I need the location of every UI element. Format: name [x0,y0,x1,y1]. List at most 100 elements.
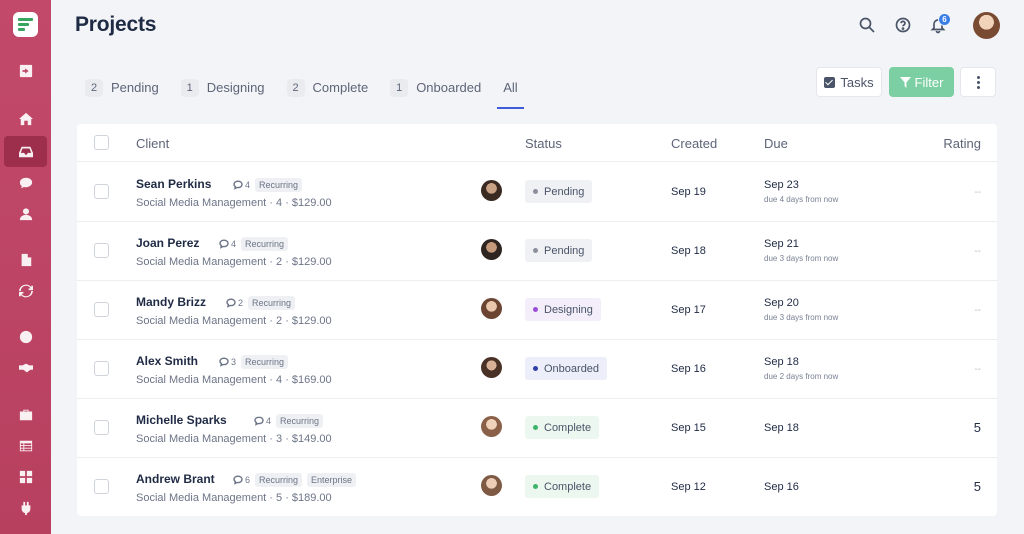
tag-badge: Recurring [276,414,324,428]
document-icon [21,253,31,266]
client-subtitle: Social Media Management · 3 · $149.00 [136,433,332,445]
column-header-client[interactable]: Client [136,136,169,151]
assignee-avatar[interactable] [481,298,502,319]
comment-count[interactable]: 6 [233,475,250,485]
assignee-avatar[interactable] [481,180,502,201]
comment-icon [219,239,229,249]
status-badge[interactable]: Complete [525,475,600,498]
status-badge[interactable]: Onboarded [525,357,608,380]
app-logo[interactable] [13,12,38,37]
user-avatar[interactable] [973,12,1000,39]
status-badge[interactable]: Designing [525,298,601,321]
table-row[interactable]: Mandy Brizz 2 Recurring Social Media Man… [77,281,997,340]
column-header-status[interactable]: Status [525,136,562,151]
row-checkbox[interactable] [94,302,109,317]
sidebar-item-settings[interactable] [4,321,47,352]
client-subtitle: Social Media Management · 2 · $129.00 [136,256,332,268]
comment-count[interactable]: 4 [219,239,236,249]
filter-button[interactable]: Filter [889,67,954,97]
settings-icon [19,330,32,343]
comment-count-value: 2 [238,298,244,308]
client-name[interactable]: Sean Perkins [136,177,211,191]
table-row[interactable]: Sean Perkins 4 Recurring Social Media Ma… [77,163,997,222]
client-subtitle: Social Media Management · 4 · $129.00 [136,197,332,209]
sidebar-item-documents[interactable] [4,244,47,275]
row-checkbox[interactable] [94,243,109,258]
row-checkbox[interactable] [94,420,109,435]
client-name[interactable]: Mandy Brizz [136,295,206,309]
tab-complete[interactable]: 2 Complete [286,74,368,101]
sidebar-item-recurring[interactable] [4,275,47,306]
column-header-due[interactable]: Due [764,136,788,151]
comment-count[interactable]: 4 [233,180,250,190]
assignee-avatar[interactable] [481,357,502,378]
client-name[interactable]: Alex Smith [136,354,198,368]
assignee-avatar[interactable] [481,239,502,260]
tab-designing[interactable]: 1 Designing [180,74,265,101]
row-checkbox[interactable] [94,361,109,376]
table-row[interactable]: Andrew Brant 6 Recurring Enterprise Socia… [77,458,997,517]
tag-badge: Enterprise [307,473,357,487]
comment-count-value: 3 [231,357,237,367]
tasks-button[interactable]: Tasks [816,67,882,97]
status-label: Pending [544,244,585,257]
more-options-button[interactable] [960,67,996,97]
sidebar [0,0,51,534]
row-checkbox[interactable] [94,479,109,494]
page-title: Projects [75,13,157,36]
status-tabs: 2 Pending 1 Designing 2 Complete 1 Onboarded… [85,74,540,109]
tab-onboarded[interactable]: 1 Onboarded [390,74,481,101]
rating-value: -- [974,246,981,257]
client-name[interactable]: Michelle Sparks [136,413,227,427]
row-meta: 4 Recurring [254,414,324,428]
help-button[interactable] [894,16,912,34]
tab-label: Designing [206,80,265,95]
due-relative: due 3 days from now [764,254,839,263]
sidebar-item-services[interactable] [4,399,47,430]
grid-icon [19,470,32,483]
column-header-created[interactable]: Created [671,136,717,151]
row-checkbox[interactable] [94,184,109,199]
select-all-checkbox[interactable] [94,135,109,150]
sidebar-item-export[interactable] [4,55,47,86]
sidebar-item-inbox[interactable] [4,136,47,167]
tasks-label: Tasks [840,74,874,90]
status-dot [533,425,538,430]
tab-pending[interactable]: 2 Pending [85,74,159,101]
status-badge[interactable]: Pending [525,239,593,262]
due-date: Sep 18 [764,356,799,368]
tab-count: 1 [180,78,199,97]
assignee-avatar[interactable] [481,475,502,496]
sidebar-item-grid[interactable] [4,461,47,492]
sidebar-item-integrations[interactable] [4,492,47,523]
table-icon [19,440,32,451]
status-badge[interactable]: Pending [525,180,593,203]
table-row[interactable]: Joan Perez 4 Recurring Social Media Mana… [77,222,997,281]
table-row[interactable]: Alex Smith 3 Recurring Social Media Mana… [77,340,997,399]
comment-count[interactable]: 3 [219,357,236,367]
rating-value: 5 [973,420,981,435]
assignee-avatar[interactable] [481,416,502,437]
sidebar-item-users[interactable] [4,198,47,229]
sidebar-item-home[interactable] [4,103,47,134]
status-dot [533,484,538,489]
comment-count[interactable]: 4 [254,416,271,426]
table-row[interactable]: Michelle Sparks 4 Recurring Social Media… [77,399,997,458]
status-label: Pending [544,185,585,198]
status-badge[interactable]: Complete [525,416,600,439]
due-date: Sep 20 [764,297,799,309]
sidebar-item-table[interactable] [4,430,47,461]
search-button[interactable] [858,16,876,34]
client-name[interactable]: Joan Perez [136,236,199,250]
sidebar-item-partners[interactable] [4,352,47,383]
status-label: Onboarded [544,362,600,375]
tab-all[interactable]: All [497,74,525,109]
briefcase-icon [19,409,32,420]
client-name[interactable]: Andrew Brant [136,472,215,486]
column-header-rating[interactable]: Rating [943,136,981,151]
due-date: Sep 18 [764,422,799,434]
due-date: Sep 16 [764,481,799,493]
comment-count[interactable]: 2 [226,298,243,308]
tag-badge: Recurring [241,237,289,251]
sidebar-item-chat[interactable] [4,167,47,198]
